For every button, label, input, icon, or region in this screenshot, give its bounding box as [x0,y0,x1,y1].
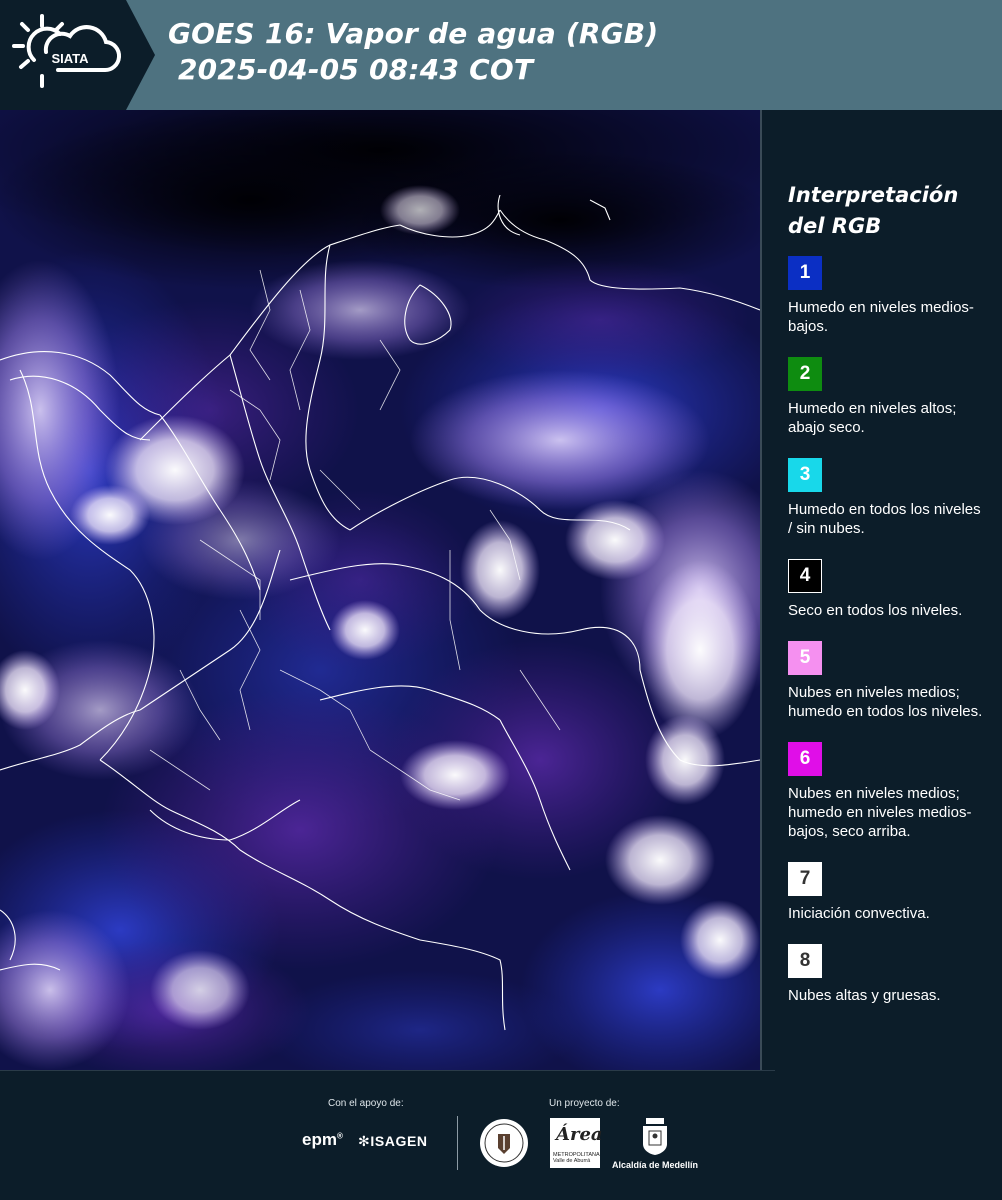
support-label: Con el apoyo de: [328,1098,404,1109]
area-metropolitana-logo: Área METROPOLITANA Valle de Aburrá [550,1118,603,1168]
project-label: Un proyecto de: [549,1098,620,1109]
legend-label: Nubes en niveles medios; humedo en nivel… [788,785,972,840]
legend-swatch: 8 [788,944,822,978]
footer-divider [0,1070,775,1071]
legend-swatch: 5 [788,641,822,675]
rgb-legend: Interpretación del RGB 1 Humedo en nivele… [774,180,996,1026]
title-line-1: GOES 16: Vapor de agua (RGB) [168,17,659,50]
legend-list: 1 Humedo en niveles medios-bajos. 2 Humedo … [774,256,996,1005]
legend-title: Interpretación del RGB [788,180,996,242]
legend-item-6: 6 Nubes en niveles medios; humedo en nive… [788,742,996,841]
header-bar: SIATA GOES 16: Vapor de agua (RGB) 2025-… [0,0,1002,110]
legend-title-line-2: del RGB [788,214,882,238]
legend-label: Nubes altas y gruesas. [788,987,941,1004]
legend-swatch: 2 [788,357,822,391]
area-sub-2: Valle de Aburrá [553,1158,591,1164]
legend-item-4: 4 Seco en todos los niveles. [788,559,996,620]
page-title: GOES 16: Vapor de agua (RGB) 2025-04-05 … [168,16,658,88]
isagen-logo-text: ISAGEN [370,1133,428,1149]
legend-swatch: 7 [788,862,822,896]
epm-logo-text: epm [302,1130,337,1149]
sun-cloud-icon: SIATA [12,14,122,88]
legend-item-5: 5 Nubes en niveles medios; humedo en todo… [788,641,996,721]
legend-item-3: 3 Humedo en todos los niveles / sin nubes… [788,458,996,538]
legend-label: Iniciación convectiva. [788,905,930,922]
legend-item-1: 1 Humedo en niveles medios-bajos. [788,256,996,336]
university-seal-icon [480,1119,528,1167]
isagen-logo: ✻ISAGEN [358,1133,428,1149]
legend-swatch: 1 [788,256,822,290]
siata-logo: SIATA [0,0,155,110]
footer-vertical-divider [457,1116,458,1170]
medellin-shield-icon [643,1118,667,1155]
satellite-map[interactable] [0,110,762,1070]
legend-swatch: 6 [788,742,822,776]
area-logo-subtext: METROPOLITANA Valle de Aburrá [553,1152,600,1164]
footer: Con el apoyo de: Un proyecto de: epm® ✻I… [0,1070,1002,1200]
epm-logo: epm® [302,1130,343,1149]
title-line-2: 2025-04-05 08:43 COT [168,53,534,86]
legend-label: Humedo en todos los niveles / sin nubes. [788,501,981,537]
legend-label: Seco en todos los niveles. [788,602,963,619]
water-vapor-image [0,110,760,1070]
legend-title-line-1: Interpretación [788,183,959,207]
legend-label: Nubes en niveles medios; humedo en todos… [788,684,983,720]
legend-swatch: 3 [788,458,822,492]
legend-item-2: 2 Humedo en niveles altos; abajo seco. [788,357,996,437]
legend-label: Humedo en niveles altos; abajo seco. [788,400,957,436]
area-logo-text: Área [556,1124,603,1145]
legend-item-7: 7 Iniciación convectiva. [788,862,996,923]
legend-swatch: 4 [788,559,822,593]
logo-text: SIATA [51,51,89,66]
legend-label: Humedo en niveles medios-bajos. [788,299,974,335]
alcaldia-logo-text: Alcaldía de Medellín [612,1160,699,1170]
legend-item-8: 8 Nubes altas y gruesas. [788,944,996,1005]
